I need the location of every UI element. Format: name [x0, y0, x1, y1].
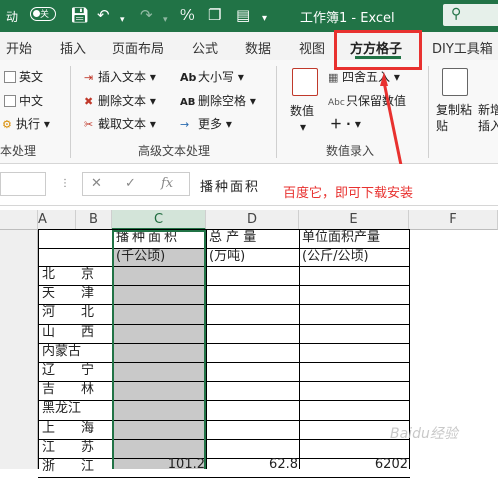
region-cell[interactable]: 浙 江: [42, 458, 94, 476]
region-cell[interactable]: 上 海: [42, 420, 94, 438]
grid-row-line: [38, 343, 410, 344]
column-header-e[interactable]: E: [299, 210, 409, 230]
column-header-a[interactable]: A: [38, 210, 76, 230]
cell-d-last[interactable]: 62.8: [240, 456, 298, 474]
cancel-icon[interactable]: ✕: [91, 176, 102, 191]
region-cell[interactable]: 辽 宁: [42, 362, 94, 380]
region-cell[interactable]: 天 津: [42, 285, 94, 303]
grid-col-line: [206, 229, 207, 469]
region-cell[interactable]: 内蒙古: [42, 343, 81, 361]
confirm-icon[interactable]: ✓: [125, 176, 136, 191]
region-cell[interactable]: 吉 林: [42, 381, 94, 399]
region-cell[interactable]: 河 北: [42, 304, 94, 322]
column-header-d[interactable]: D: [206, 210, 299, 230]
region-cell[interactable]: 黑龙江: [42, 400, 81, 418]
region-cell[interactable]: 山 西: [42, 324, 94, 342]
grid-col-line: [299, 229, 300, 469]
formula-bar-divider-icon: ⋮: [60, 178, 70, 189]
unit-total-output[interactable]: (万吨): [209, 248, 245, 266]
name-box[interactable]: [0, 172, 46, 196]
grid-col-line: [38, 229, 39, 469]
formula-bar: ⋮ ✕ ✓ fx 播种面积: [0, 164, 498, 206]
region-cell[interactable]: 江 苏: [42, 439, 94, 457]
formula-buttons: ✕ ✓ fx: [82, 172, 190, 196]
cell-e-last[interactable]: 6202: [340, 456, 408, 474]
formula-input[interactable]: 播种面积: [200, 176, 260, 195]
grid-row-line: [38, 400, 410, 401]
select-all-corner[interactable]: [0, 210, 38, 230]
column-header-c[interactable]: C: [112, 210, 206, 230]
header-yield[interactable]: 单位面积产量: [302, 229, 380, 247]
row-headers: [0, 230, 38, 469]
header-total-output[interactable]: 总 产 量: [209, 229, 256, 247]
annotation-text: 百度它，即可下载安装: [283, 186, 414, 201]
column-header-f[interactable]: F: [409, 210, 498, 230]
column-header-b[interactable]: B: [76, 210, 112, 230]
selection-border: [112, 230, 206, 469]
region-cell[interactable]: 北 京: [42, 266, 94, 284]
watermark: Baidu经验: [390, 426, 458, 442]
fx-icon[interactable]: fx: [161, 176, 173, 191]
unit-yield[interactable]: (公斤/公顷): [302, 248, 369, 266]
